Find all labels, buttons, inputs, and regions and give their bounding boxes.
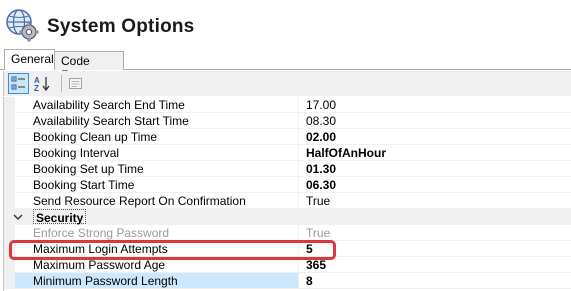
property-value[interactable]: 365: [299, 257, 571, 273]
property-row[interactable]: Maximum Password Age 365: [4, 257, 571, 273]
globe-gear-icon: [6, 9, 39, 42]
property-value[interactable]: 17.00: [299, 97, 571, 113]
property-grid: Availability Search End Time 17.00 Avail…: [3, 97, 571, 291]
property-value[interactable]: HalfOfAnHour: [299, 145, 571, 161]
row-gutter: [4, 177, 15, 193]
property-name: Booking Interval: [15, 145, 299, 161]
property-row[interactable]: Availability Search End Time 17.00: [4, 97, 571, 113]
svg-text:Z: Z: [34, 84, 39, 92]
toolbar-separator: [61, 75, 62, 92]
category-security[interactable]: Security: [4, 209, 571, 225]
property-name: Maximum Password Age: [15, 257, 299, 273]
property-value[interactable]: True: [299, 193, 571, 209]
property-name: Enforce Strong Password: [15, 225, 299, 241]
row-gutter: [4, 241, 15, 257]
property-value[interactable]: 08.30: [299, 113, 571, 129]
tab-code-format[interactable]: Code Format: [54, 51, 124, 82]
alphabetical-sort-icon: A Z: [34, 76, 50, 92]
row-gutter: [4, 193, 15, 209]
row-gutter: [4, 145, 15, 161]
property-value[interactable]: 06.30: [299, 177, 571, 193]
row-gutter: [4, 97, 15, 113]
categorized-view-button[interactable]: [8, 73, 29, 94]
categorized-view-icon: [11, 76, 25, 90]
alphabetical-sort-button[interactable]: A Z: [32, 73, 53, 94]
property-row[interactable]: Send Resource Report On Confirmation Tru…: [4, 193, 571, 209]
property-pages-icon: [69, 78, 82, 89]
tab-strip: General Code Format: [0, 49, 571, 82]
row-gutter: [4, 257, 15, 273]
tab-general[interactable]: General: [4, 49, 55, 70]
row-gutter: [4, 129, 15, 145]
property-grid-toolbar: A Z: [3, 71, 571, 96]
property-name: Availability Search Start Time: [15, 113, 299, 129]
row-gutter: [4, 225, 15, 241]
property-name: Booking Set up Time: [15, 161, 299, 177]
property-pages-button[interactable]: [65, 73, 86, 94]
property-row[interactable]: Booking Start Time 06.30: [4, 177, 571, 193]
row-gutter: [4, 161, 15, 177]
property-name: Booking Start Time: [15, 177, 299, 193]
property-row[interactable]: Booking Set up Time 01.30: [4, 161, 571, 177]
property-row[interactable]: Enforce Strong Password True: [4, 225, 571, 241]
property-name: Minimum Password Length: [15, 273, 299, 289]
property-row[interactable]: Availability Search Start Time 08.30: [4, 113, 571, 129]
property-name: Availability Search End Time: [15, 97, 299, 113]
property-name: Maximum Login Attempts: [15, 241, 299, 257]
property-row[interactable]: Booking Interval HalfOfAnHour: [4, 145, 571, 161]
property-row[interactable]: Booking Clean up Time 02.00: [4, 129, 571, 145]
property-value[interactable]: 8: [299, 273, 571, 289]
collapse-chevron-icon[interactable]: [12, 211, 24, 223]
property-value: True: [299, 225, 571, 241]
property-value[interactable]: 02.00: [299, 129, 571, 145]
property-value[interactable]: 5: [299, 241, 571, 257]
row-gutter: [4, 113, 15, 129]
property-name: Booking Clean up Time: [15, 129, 299, 145]
property-row-maximum-login-attempts[interactable]: Maximum Login Attempts 5: [4, 241, 571, 257]
row-gutter: [4, 273, 15, 289]
property-name: Send Resource Report On Confirmation: [15, 193, 299, 209]
window-header: System Options: [0, 0, 571, 50]
category-label: Security: [33, 209, 87, 225]
property-value[interactable]: 01.30: [299, 161, 571, 177]
page-title: System Options: [47, 16, 195, 37]
property-row[interactable]: Minimum Password Length 8: [4, 273, 571, 289]
